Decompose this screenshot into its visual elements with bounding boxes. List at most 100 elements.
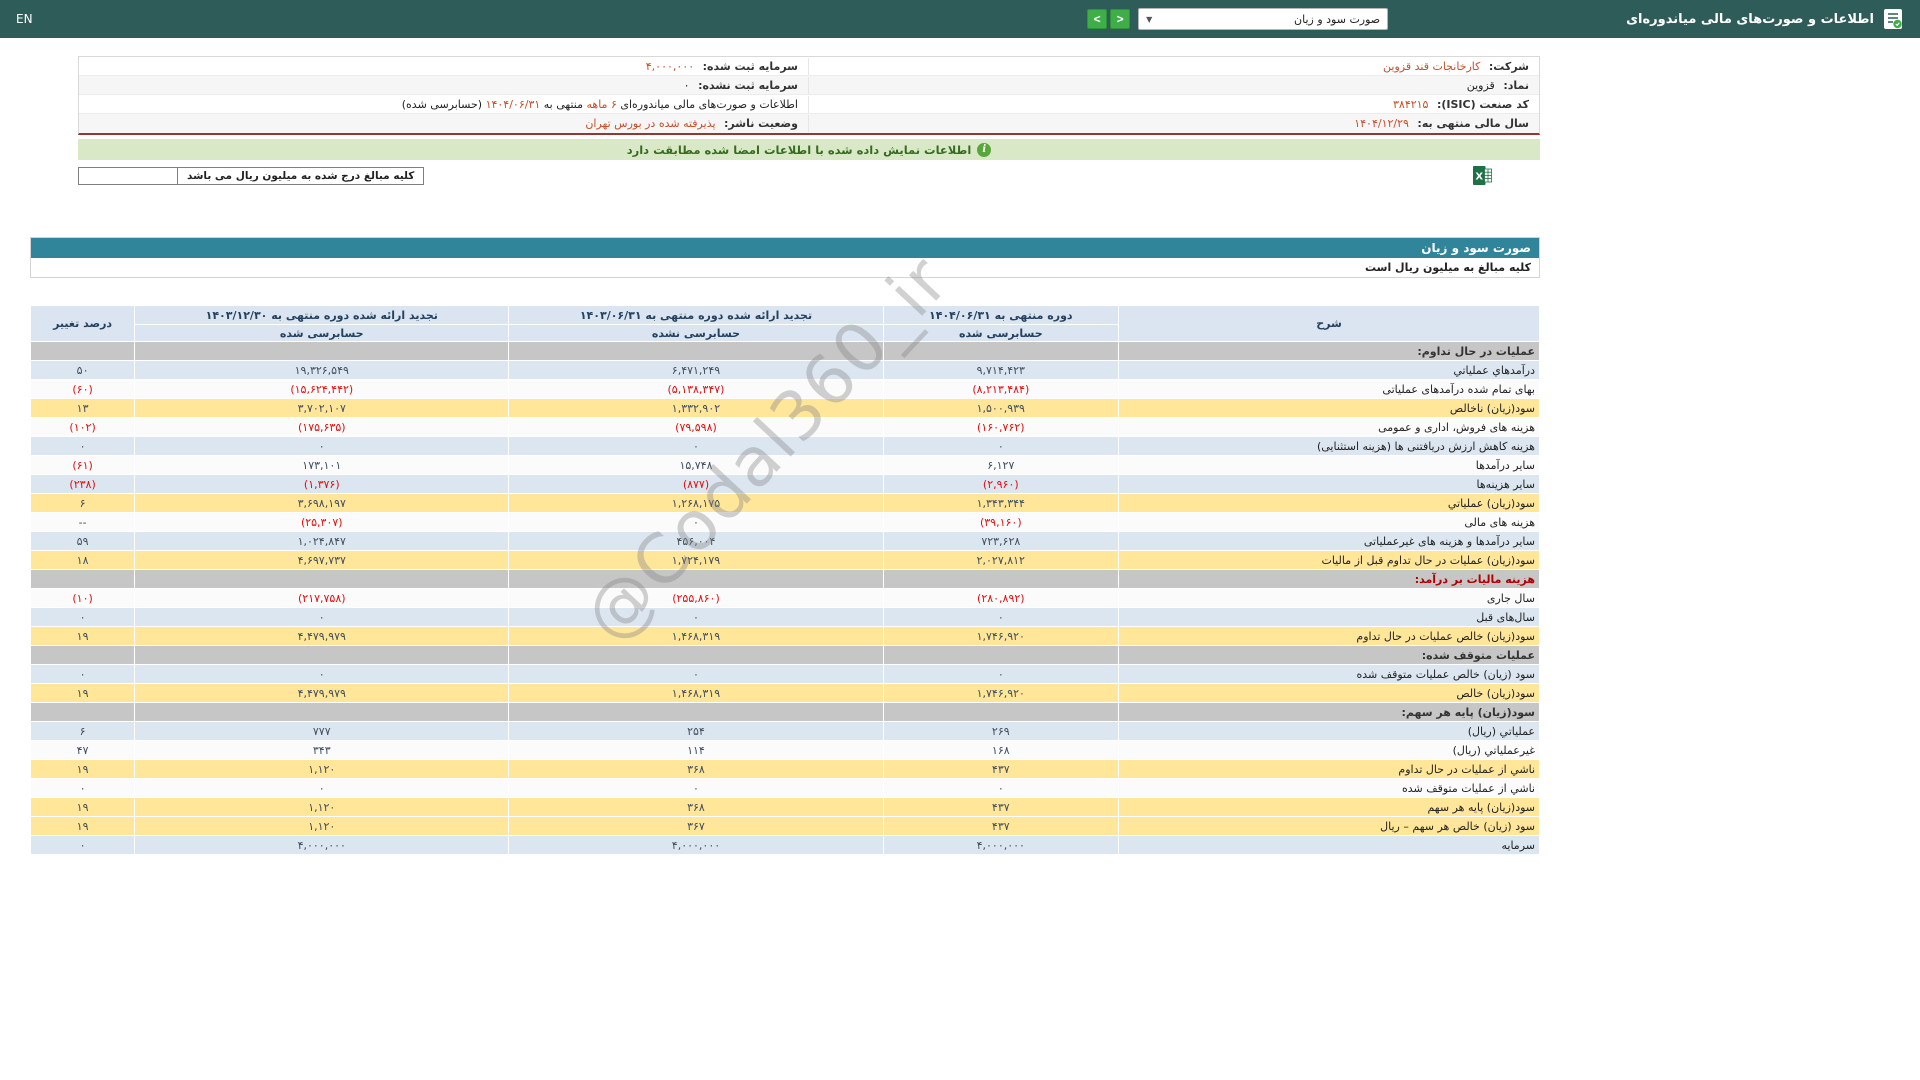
value-cell: (۲۵۵,۸۶۰): [508, 588, 884, 608]
value-cell: --: [29, 512, 136, 532]
table-data-row: سود(زیان) پایه هر سهم ۴۳۷ ۳۶۸ ۱,۱۲۰ ۱۹: [29, 797, 1541, 817]
row-label: سایر هزینه‌ها: [1117, 474, 1541, 494]
value-cell: (۲,۹۶۰): [882, 474, 1119, 494]
value-cell: ۱۶۸: [882, 740, 1119, 760]
table-data-row: هزینه های فروش، اداری و عمومی (۱۶۰,۷۶۲) (۷…: [29, 417, 1541, 437]
statement-type-select[interactable]: صورت سود و زیان ▼: [1138, 8, 1389, 30]
value-cell: ۱,۷۴۶,۹۲۰: [882, 683, 1119, 703]
value-cell: ۰: [508, 778, 884, 798]
empty-cell: [508, 569, 884, 589]
value-cell: ۶,۱۲۷: [882, 455, 1119, 475]
period-end-date: ۱۴۰۴/۰۶/۳۱: [485, 97, 541, 111]
value-cell: (۱۰): [29, 588, 136, 608]
period-length: ۶ ماهه: [586, 97, 617, 111]
value-cell: ۰: [29, 607, 136, 627]
value-cell: ۱۸: [29, 550, 136, 570]
table-data-row: غیرعملیاتي (ریال) ۱۶۸ ۱۱۴ ۳۴۳ ۴۷: [29, 740, 1541, 760]
value-cell: ۱,۴۶۸,۳۱۹: [508, 683, 884, 703]
isic-value: ۳۸۴۲۱۵: [1393, 97, 1429, 111]
company-value: کارخانجات قند قزوین: [1383, 59, 1481, 73]
value-cell: ۱۱۴: [508, 740, 884, 760]
table-section-row: عملیات در حال تداوم:: [29, 341, 1541, 361]
value-cell: ۶: [29, 721, 136, 741]
row-label: سایر درآمدها: [1117, 455, 1541, 475]
empty-cell: [134, 702, 510, 722]
main-content: شرکت: کارخانجات قند قزوین سرمایه ثبت شده…: [29, 56, 1541, 855]
empty-cell: [29, 569, 136, 589]
info-row: سال مالی منتهی به: ۱۴۰۴/۱۲/۲۹ وضعیت ناشر…: [79, 114, 1539, 133]
value-cell: (۷۹,۵۹۸): [508, 417, 884, 437]
statement-header-block: صورت سود و زیان کلیه مبالغ به میلیون ریا…: [30, 237, 1540, 278]
info-row: کد صنعت (ISIC): ۳۸۴۲۱۵ اطلاعات و صورت‌ها…: [79, 95, 1539, 114]
period-info-field: اطلاعات و صورت‌های مالی میاندوره‌ای ۶ ما…: [79, 95, 809, 113]
table-data-row: هزینه کاهش ارزش دریافتنی ها (هزینه استثن…: [29, 436, 1541, 456]
note-row: X کلیه مبالغ درج شده به میلیون ریال می ب…: [78, 166, 1492, 185]
company-info-table: شرکت: کارخانجات قند قزوین سرمایه ثبت شده…: [78, 56, 1540, 135]
value-cell: ۰: [134, 436, 510, 456]
row-label: سود (زیان) خالص عملیات متوقف شده: [1117, 664, 1541, 684]
value-cell: ۱,۷۴۶,۹۲۰: [882, 626, 1119, 646]
value-cell: ۱,۱۲۰: [134, 759, 510, 779]
top-header-bar: اطلاعات و صورت‌های مالی میاندوره‌ای صورت…: [0, 0, 1920, 38]
column-header-percent-change: درصد تغییر: [29, 305, 136, 342]
symbol-label: نماد:: [1503, 78, 1529, 92]
value-cell: (۸۷۷): [508, 474, 884, 494]
amounts-unit-note-text: کلیه مبالغ درج شده به میلیون ریال می باش…: [177, 167, 423, 184]
value-cell: ۱,۷۲۴,۱۷۹: [508, 550, 884, 570]
table-data-row: سایر هزینه‌ها (۲,۹۶۰) (۸۷۷) (۱,۳۷۶) (۲۳۸): [29, 474, 1541, 494]
row-label: سایر درآمدها و هزینه های غیرعملیاتی: [1117, 531, 1541, 551]
value-cell: ۱۹: [29, 816, 136, 836]
unregistered-capital-label: سرمایه ثبت نشده:: [698, 78, 798, 92]
row-label: سود(زیان) خالص: [1117, 683, 1541, 703]
row-label: سود(زیان) عملیات در حال تداوم قبل از مال…: [1117, 550, 1541, 570]
empty-cell: [134, 645, 510, 665]
table-data-row: عملیاتي (ریال) ۲۶۹ ۲۵۴ ۷۷۷ ۶: [29, 721, 1541, 741]
empty-cell: [29, 645, 136, 665]
nav-back-button[interactable]: <: [1087, 9, 1108, 29]
value-cell: ۱۹,۳۲۶,۵۴۹: [134, 360, 510, 380]
value-cell: ۴,۰۰۰,۰۰۰: [882, 835, 1119, 855]
value-cell: ۱۵,۷۴۸: [508, 455, 884, 475]
row-label: هزینه های مالی: [1117, 512, 1541, 532]
empty-cell: [29, 341, 136, 361]
value-cell: ۰: [134, 664, 510, 684]
codal-logo-icon: [1882, 8, 1904, 30]
table-section-row: سود(زیان) پایه هر سهم:: [29, 702, 1541, 722]
amounts-unit-note-empty-cell: [79, 167, 177, 184]
signature-match-text: اطلاعات نمایش داده شده با اطلاعات امضا ش…: [626, 142, 972, 157]
value-cell: ۴,۰۰۰,۰۰۰: [508, 835, 884, 855]
column-header-period-3: تجدید ارائه شده دوره منتهی به ۱۴۰۳/۱۲/۳۰: [134, 305, 510, 325]
value-cell: ۰: [29, 664, 136, 684]
unregistered-capital-value: ۰: [683, 78, 690, 92]
fiscal-year-value: ۱۴۰۴/۱۲/۲۹: [1354, 117, 1409, 130]
language-toggle[interactable]: EN: [16, 12, 33, 26]
row-label: ناشي از عملیات متوقف شده: [1117, 778, 1541, 798]
row-label: عملیاتي (ریال): [1117, 721, 1541, 741]
signature-match-banner: i اطلاعات نمایش داده شده با اطلاعات امضا…: [78, 139, 1540, 160]
excel-export-icon[interactable]: X: [1473, 166, 1492, 185]
isic-field: کد صنعت (ISIC): ۳۸۴۲۱۵: [809, 96, 1539, 113]
value-cell: ۴۳۷: [882, 797, 1119, 817]
value-cell: (۱۵,۶۲۴,۴۴۲): [134, 379, 510, 399]
table-data-row: سود(زیان) خالص عملیات در حال تداوم ۱,۷۴۶,…: [29, 626, 1541, 646]
nav-forward-button[interactable]: >: [1110, 9, 1131, 29]
empty-cell: [882, 645, 1119, 665]
statement-amounts-note: کلیه مبالغ به میلیون ریال است: [31, 258, 1539, 277]
row-label: سود(زیان) پایه هر سهم:: [1117, 702, 1541, 722]
table-data-row: سود (زیان) خالص عملیات متوقف شده ۰ ۰ ۰ ۰: [29, 664, 1541, 684]
value-cell: ۹,۷۱۴,۴۲۳: [882, 360, 1119, 380]
statement-title-bar: صورت سود و زیان: [31, 238, 1539, 258]
statement-nav-buttons: > <: [1087, 9, 1131, 29]
isic-label: کد صنعت (ISIC):: [1436, 97, 1529, 111]
value-cell: ۴,۰۰۰,۰۰۰: [134, 835, 510, 855]
value-cell: (۶۱): [29, 455, 136, 475]
row-label: سرمایه: [1117, 835, 1541, 855]
statement-table-body: عملیات در حال تداوم: درآمدهاي عملياتي ۹,۷۱…: [29, 341, 1541, 855]
value-cell: (۲۳۸): [29, 474, 136, 494]
row-label: درآمدهاي عملياتي: [1117, 360, 1541, 380]
table-data-row: سایر درآمدها ۶,۱۲۷ ۱۵,۷۴۸ ۱۷۳,۱۰۱ (۶۱): [29, 455, 1541, 475]
value-cell: ۴۳۷: [882, 759, 1119, 779]
empty-cell: [882, 569, 1119, 589]
row-label: هزینه کاهش ارزش دریافتنی ها (هزینه استثن…: [1117, 436, 1541, 456]
row-label: بهای تمام شده درآمدهای عملیاتی: [1117, 379, 1541, 399]
